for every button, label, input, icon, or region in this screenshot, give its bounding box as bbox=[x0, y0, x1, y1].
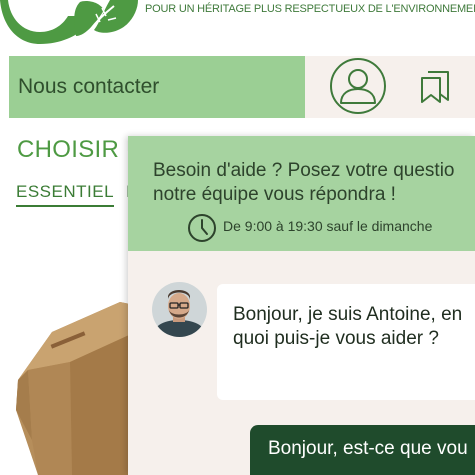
agent-message-bubble: Bonjour, je suis Antoine, en quoi puis-j… bbox=[217, 284, 475, 400]
agent-avatar bbox=[152, 282, 207, 337]
brand-tagline: POUR UN HÉRITAGE PLUS RESPECTUEUX DE L'E… bbox=[145, 3, 475, 15]
product-box-image bbox=[0, 290, 140, 475]
chat-help-line-1: Besoin d'aide ? Posez votre questio bbox=[153, 160, 455, 181]
agent-message-text: Bonjour, je suis Antoine, en quoi puis-j… bbox=[233, 304, 463, 349]
chat-header: Besoin d'aide ? Posez votre questio notr… bbox=[128, 136, 475, 251]
product-tabs: ESSENTIEL I bbox=[16, 182, 131, 207]
contact-us-label: Nous contacter bbox=[18, 75, 160, 98]
chat-panel: Besoin d'aide ? Posez votre questio notr… bbox=[128, 136, 475, 475]
contact-us-button[interactable]: Nous contacter bbox=[9, 56, 305, 118]
chat-help-text: Besoin d'aide ? Posez votre questio notr… bbox=[153, 159, 455, 207]
user-circle-icon[interactable] bbox=[329, 57, 387, 115]
brand-logo[interactable] bbox=[0, 0, 140, 44]
page-title: CHOISIR U bbox=[17, 136, 144, 163]
user-message-bubble: Bonjour, est-ce que vou bbox=[250, 425, 475, 475]
chat-help-line-2: notre équipe vous répondra ! bbox=[153, 184, 396, 205]
bookmark-icon[interactable] bbox=[419, 70, 451, 104]
tab-essentiel[interactable]: ESSENTIEL bbox=[16, 182, 115, 207]
chat-hours: De 9:00 à 19:30 sauf le dimanche bbox=[223, 218, 433, 234]
header-icon-bar bbox=[305, 56, 475, 118]
clock-icon bbox=[187, 213, 217, 243]
user-message-text: Bonjour, est-ce que vou bbox=[268, 438, 468, 459]
